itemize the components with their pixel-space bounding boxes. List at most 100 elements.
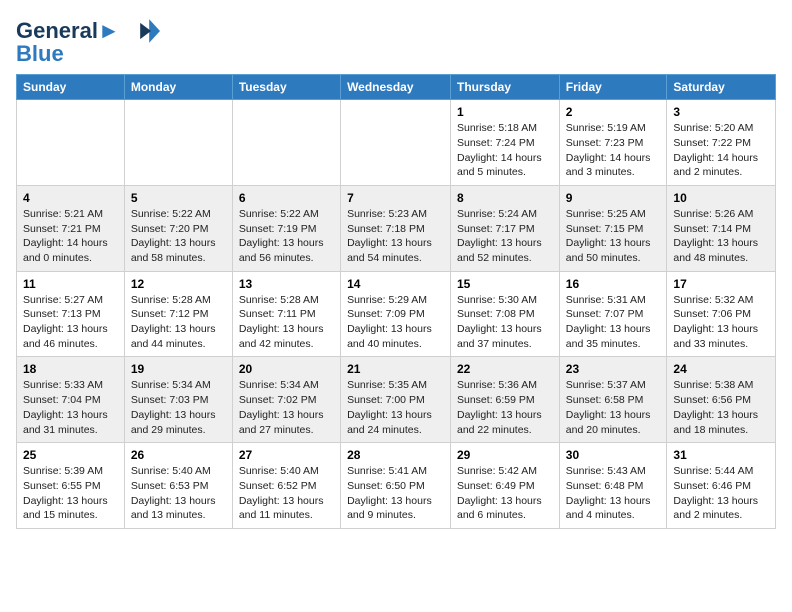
day-number: 7 (347, 191, 444, 205)
cell-info-line: Daylight: 14 hours (673, 151, 769, 166)
day-number: 23 (566, 362, 661, 376)
cell-info-line: and 4 minutes. (566, 508, 661, 523)
cell-info-line: Sunset: 7:03 PM (131, 393, 226, 408)
calendar-cell: 14Sunrise: 5:29 AMSunset: 7:09 PMDayligh… (341, 271, 451, 357)
cell-info-line: Daylight: 13 hours (23, 494, 118, 509)
cell-info-line: Sunset: 7:12 PM (131, 307, 226, 322)
day-number: 26 (131, 448, 226, 462)
cell-info-line: and 46 minutes. (23, 337, 118, 352)
cell-info-line: Daylight: 13 hours (457, 494, 553, 509)
calendar-cell: 19Sunrise: 5:34 AMSunset: 7:03 PMDayligh… (124, 357, 232, 443)
cell-info-line: and 58 minutes. (131, 251, 226, 266)
page-header: General► Blue (16, 16, 776, 66)
cell-info-line: Daylight: 13 hours (347, 494, 444, 509)
day-number: 18 (23, 362, 118, 376)
cell-info-line: Daylight: 13 hours (239, 494, 334, 509)
cell-info-line: Daylight: 13 hours (347, 322, 444, 337)
cell-info-line: and 13 minutes. (131, 508, 226, 523)
cell-info-line: Sunrise: 5:33 AM (23, 378, 118, 393)
day-number: 29 (457, 448, 553, 462)
cell-info-line: Daylight: 13 hours (673, 236, 769, 251)
day-number: 1 (457, 105, 553, 119)
day-number: 13 (239, 277, 334, 291)
day-number: 22 (457, 362, 553, 376)
cell-info-line: Sunset: 7:17 PM (457, 222, 553, 237)
day-number: 25 (23, 448, 118, 462)
cell-info-line: Sunrise: 5:34 AM (131, 378, 226, 393)
day-number: 3 (673, 105, 769, 119)
cell-info-line: and 9 minutes. (347, 508, 444, 523)
day-number: 14 (347, 277, 444, 291)
cell-info-line: Sunset: 7:09 PM (347, 307, 444, 322)
calendar-table: SundayMondayTuesdayWednesdayThursdayFrid… (16, 74, 776, 529)
calendar-cell: 29Sunrise: 5:42 AMSunset: 6:49 PMDayligh… (451, 443, 560, 529)
cell-info-line: Sunrise: 5:22 AM (239, 207, 334, 222)
day-number: 15 (457, 277, 553, 291)
cell-info-line: and 0 minutes. (23, 251, 118, 266)
cell-info-line: and 5 minutes. (457, 165, 553, 180)
calendar-cell: 27Sunrise: 5:40 AMSunset: 6:52 PMDayligh… (232, 443, 340, 529)
cell-info-line: Sunset: 6:50 PM (347, 479, 444, 494)
calendar-row-5: 25Sunrise: 5:39 AMSunset: 6:55 PMDayligh… (17, 443, 776, 529)
day-number: 19 (131, 362, 226, 376)
calendar-cell: 24Sunrise: 5:38 AMSunset: 6:56 PMDayligh… (667, 357, 776, 443)
calendar-cell: 16Sunrise: 5:31 AMSunset: 7:07 PMDayligh… (559, 271, 667, 357)
cell-info-line: and 27 minutes. (239, 423, 334, 438)
cell-info-line: and 42 minutes. (239, 337, 334, 352)
calendar-cell: 3Sunrise: 5:20 AMSunset: 7:22 PMDaylight… (667, 100, 776, 186)
weekday-header-monday: Monday (124, 75, 232, 100)
day-number: 17 (673, 277, 769, 291)
cell-info-line: Sunset: 7:24 PM (457, 136, 553, 151)
cell-info-line: Sunrise: 5:27 AM (23, 293, 118, 308)
cell-info-line: Sunset: 7:22 PM (673, 136, 769, 151)
day-number: 31 (673, 448, 769, 462)
cell-info-line: Sunset: 7:11 PM (239, 307, 334, 322)
cell-info-line: and 33 minutes. (673, 337, 769, 352)
cell-info-line: Sunset: 7:02 PM (239, 393, 334, 408)
cell-info-line: Sunset: 6:48 PM (566, 479, 661, 494)
calendar-cell: 10Sunrise: 5:26 AMSunset: 7:14 PMDayligh… (667, 185, 776, 271)
cell-info-line: and 2 minutes. (673, 508, 769, 523)
cell-info-line: and 20 minutes. (566, 423, 661, 438)
cell-info-line: Daylight: 13 hours (566, 322, 661, 337)
cell-info-line: Daylight: 13 hours (131, 236, 226, 251)
cell-info-line: Sunrise: 5:23 AM (347, 207, 444, 222)
cell-info-line: and 11 minutes. (239, 508, 334, 523)
cell-info-line: Daylight: 13 hours (673, 408, 769, 423)
cell-info-line: Sunrise: 5:44 AM (673, 464, 769, 479)
cell-info-line: and 44 minutes. (131, 337, 226, 352)
cell-info-line: Sunset: 7:06 PM (673, 307, 769, 322)
cell-info-line: Sunrise: 5:28 AM (131, 293, 226, 308)
cell-info-line: Sunset: 6:59 PM (457, 393, 553, 408)
calendar-cell: 5Sunrise: 5:22 AMSunset: 7:20 PMDaylight… (124, 185, 232, 271)
day-number: 5 (131, 191, 226, 205)
cell-info-line: Sunrise: 5:40 AM (239, 464, 334, 479)
cell-info-line: Sunrise: 5:41 AM (347, 464, 444, 479)
calendar-cell: 28Sunrise: 5:41 AMSunset: 6:50 PMDayligh… (341, 443, 451, 529)
calendar-cell: 2Sunrise: 5:19 AMSunset: 7:23 PMDaylight… (559, 100, 667, 186)
cell-info-line: Sunrise: 5:18 AM (457, 121, 553, 136)
cell-info-line: Sunset: 7:18 PM (347, 222, 444, 237)
cell-info-line: Sunrise: 5:24 AM (457, 207, 553, 222)
cell-info-line: Sunset: 7:13 PM (23, 307, 118, 322)
cell-info-line: Daylight: 13 hours (131, 322, 226, 337)
cell-info-line: and 56 minutes. (239, 251, 334, 266)
cell-info-line: and 2 minutes. (673, 165, 769, 180)
cell-info-line: Sunrise: 5:22 AM (131, 207, 226, 222)
calendar-cell: 20Sunrise: 5:34 AMSunset: 7:02 PMDayligh… (232, 357, 340, 443)
day-number: 27 (239, 448, 334, 462)
cell-info-line: Daylight: 13 hours (347, 408, 444, 423)
cell-info-line: and 50 minutes. (566, 251, 661, 266)
cell-info-line: Daylight: 13 hours (566, 236, 661, 251)
calendar-cell (341, 100, 451, 186)
cell-info-line: Sunset: 7:19 PM (239, 222, 334, 237)
day-number: 6 (239, 191, 334, 205)
calendar-row-1: 1 Sunrise: 5:18 AMSunset: 7:24 PM Daylight… (17, 100, 776, 186)
weekday-header-sunday: Sunday (17, 75, 125, 100)
day-number: 11 (23, 277, 118, 291)
cell-info-line: Sunset: 7:14 PM (673, 222, 769, 237)
cell-info-line: Sunset: 6:53 PM (131, 479, 226, 494)
cell-info-line: Sunset: 7:00 PM (347, 393, 444, 408)
calendar-cell: 9Sunrise: 5:25 AMSunset: 7:15 PMDaylight… (559, 185, 667, 271)
cell-info-line: Sunrise: 5:25 AM (566, 207, 661, 222)
